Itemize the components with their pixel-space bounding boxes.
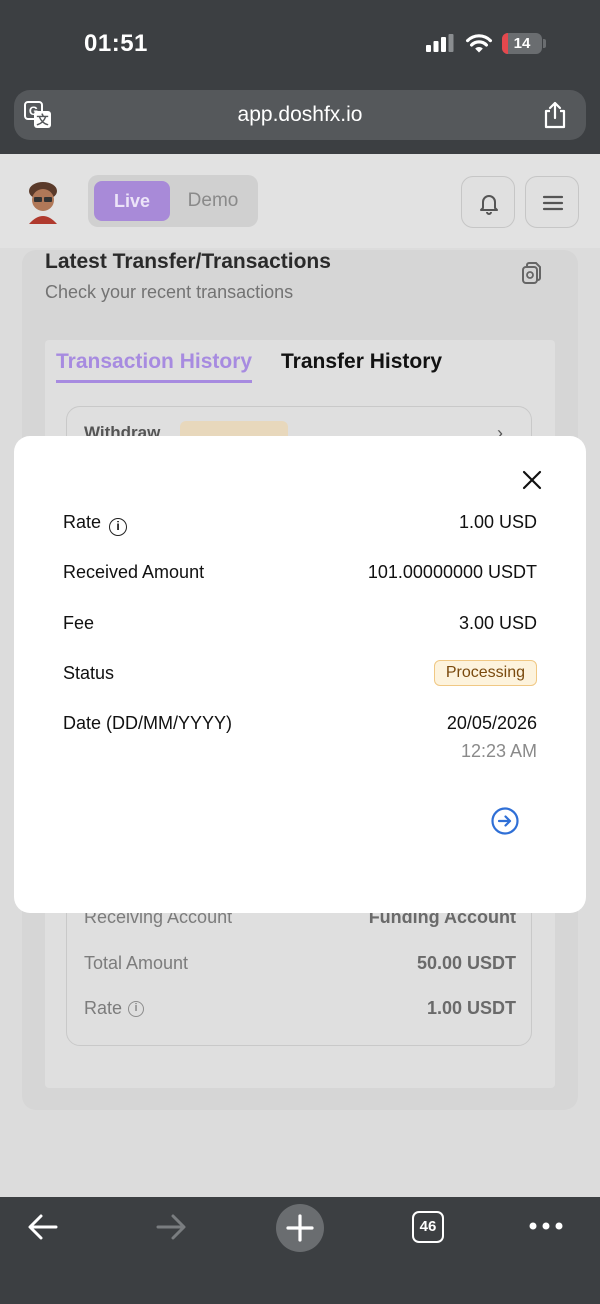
received-amount-label: Received Amount — [63, 562, 205, 582]
rate-value: 1.00 USD — [458, 512, 537, 532]
tab-transfer-history[interactable]: Transfer History — [281, 350, 442, 374]
address-bar[interactable]: G 文 app.doshfx.io — [14, 90, 586, 140]
more-options-icon[interactable] — [528, 1219, 564, 1233]
transaction-row: Total Amount 50.00 USDT — [84, 953, 516, 974]
close-icon[interactable] — [520, 468, 544, 492]
url-text[interactable]: app.doshfx.io — [14, 90, 586, 140]
new-tab-button[interactable] — [276, 1204, 324, 1252]
share-icon[interactable] — [542, 101, 568, 129]
plus-icon — [286, 1214, 314, 1242]
back-arrow-icon[interactable] — [26, 1210, 60, 1244]
info-icon[interactable]: i — [128, 1001, 145, 1018]
arrow-right-circle-icon[interactable] — [490, 806, 520, 836]
row-label: Rate — [84, 998, 123, 1018]
demo-toggle-button[interactable]: Demo — [174, 181, 252, 221]
fee-label: Fee — [63, 613, 95, 633]
received-amount-value: 101.00000000 USDT — [367, 562, 537, 582]
live-toggle-button[interactable]: Live — [94, 181, 170, 221]
battery-percent: 14 — [513, 35, 531, 52]
section-title: Latest Transfer/Transactions — [45, 250, 331, 273]
app-header: Live Demo — [0, 154, 600, 248]
info-icon[interactable]: i — [109, 518, 128, 536]
transaction-detail-modal: Rate i 1.00 USD Received Amount 101.00000… — [14, 436, 586, 913]
status-time: 01:51 — [84, 30, 148, 57]
fee-value: 3.00 USD — [458, 613, 537, 633]
status-badge: Processing — [433, 660, 537, 686]
hamburger-icon — [542, 195, 564, 211]
tab-transaction-history[interactable]: Transaction History — [56, 350, 253, 383]
bell-icon — [480, 195, 498, 215]
row-value: 1.00 USDT — [426, 998, 516, 1018]
mode-toggle: Live Demo — [88, 175, 258, 227]
battery-tip — [543, 39, 546, 48]
row-value: 50.00 USDT — [416, 953, 516, 973]
rate-label: Rate — [63, 512, 102, 532]
time-value: 12:23 AM — [460, 741, 537, 761]
row-label: Total Amount — [84, 953, 189, 973]
wifi-icon — [466, 34, 492, 53]
menu-button[interactable] — [525, 176, 579, 228]
status-bar: 01:51 14 — [0, 0, 600, 84]
cellular-signal-icon — [426, 34, 454, 52]
tabs-button[interactable]: 46 — [412, 1211, 444, 1243]
browser-address-area: G 文 app.doshfx.io — [0, 84, 600, 154]
battery-icon: 14 — [502, 33, 542, 54]
browser-toolbar: 46 — [0, 1197, 600, 1304]
forward-arrow-icon[interactable] — [154, 1210, 188, 1244]
transaction-row: Rate i 1.00 USDT — [84, 998, 516, 1019]
status-label: Status — [63, 663, 115, 683]
export-icon[interactable] — [516, 258, 546, 290]
section-subtitle: Check your recent transactions — [45, 282, 294, 302]
date-label: Date (DD/MM/YYYY) — [63, 713, 233, 733]
date-value: 20/05/2026 — [446, 713, 537, 733]
avatar[interactable] — [24, 180, 62, 224]
notifications-button[interactable] — [461, 176, 515, 228]
